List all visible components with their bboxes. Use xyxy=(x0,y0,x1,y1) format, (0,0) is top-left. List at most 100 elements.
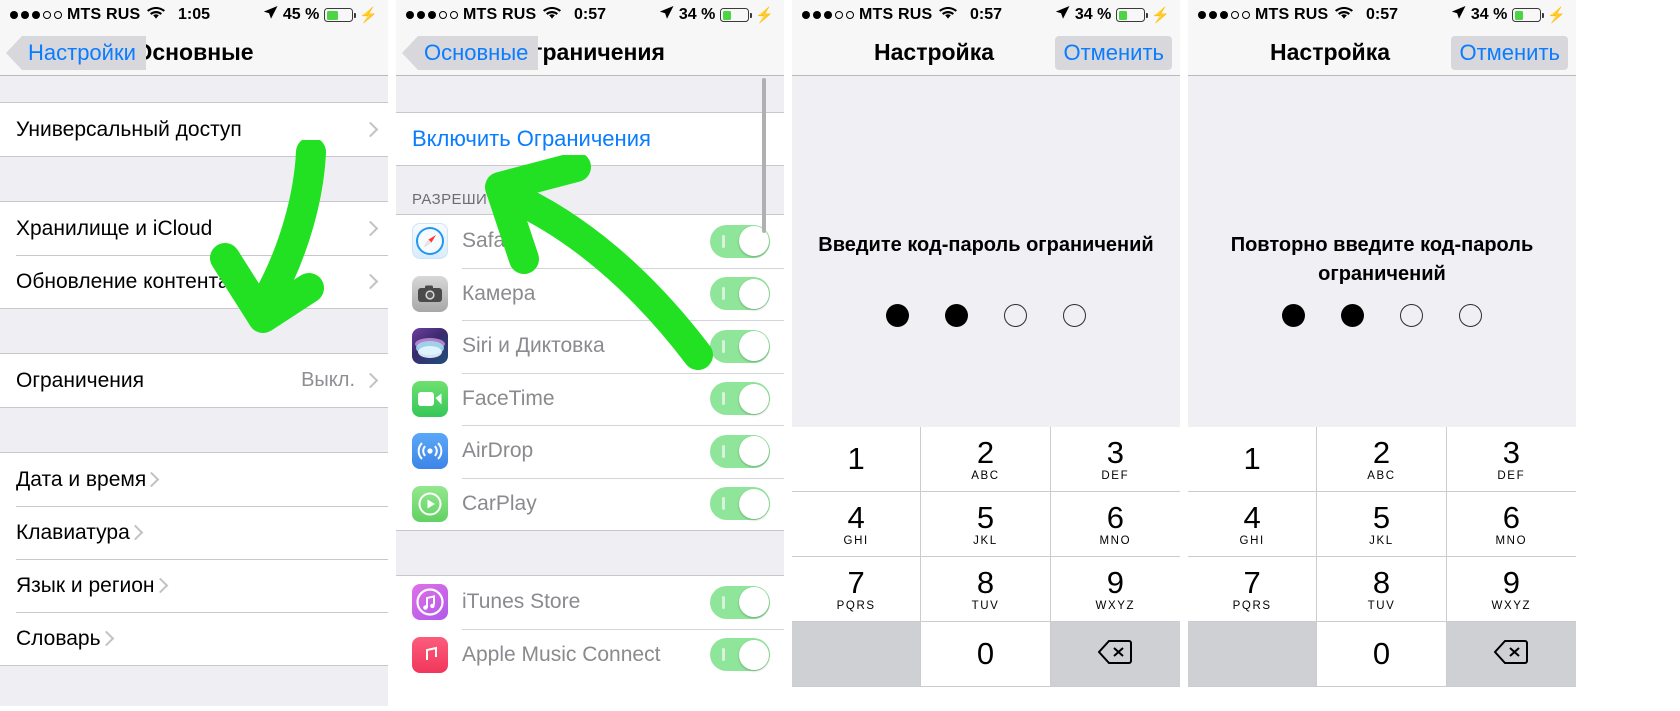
battery-icon xyxy=(324,8,357,22)
key-digit: 6 xyxy=(1502,499,1520,535)
itunes-store-icon xyxy=(412,584,448,621)
scrollbar-thumb[interactable] xyxy=(762,78,766,233)
passcode-area-3: Введите код-пароль ограничений xyxy=(792,76,1180,427)
charging-bolt-icon: ⚡ xyxy=(1151,6,1170,24)
toggle-facetime[interactable] xyxy=(710,382,770,416)
list-gap xyxy=(0,666,388,706)
app-row-siri[interactable]: Siri и Диктовка xyxy=(396,320,784,373)
passcode-dots xyxy=(1188,304,1576,327)
app-label: AirDrop xyxy=(462,439,534,463)
passcode-dot-empty xyxy=(1459,304,1482,327)
panel-gap xyxy=(784,0,792,711)
row-date-time[interactable]: Дата и время xyxy=(0,453,388,506)
app-row-camera[interactable]: Камера xyxy=(396,267,784,320)
key-6[interactable]: 6 MNO xyxy=(1050,492,1180,557)
row-label: Универсальный доступ xyxy=(16,117,242,141)
panel-gap xyxy=(388,0,396,711)
cancel-button[interactable]: Отменить xyxy=(1055,35,1172,70)
key-digit: 8 xyxy=(1372,564,1391,600)
key-digit: 0 xyxy=(1372,636,1391,671)
key-7[interactable]: 7 PQRS xyxy=(1188,557,1318,622)
row-keyboard[interactable]: Клавиатура xyxy=(0,506,388,559)
chevron-right-icon xyxy=(152,577,168,594)
key-5[interactable]: 5 JKL xyxy=(1317,492,1447,557)
key-5[interactable]: 5 JKL xyxy=(921,492,1051,557)
key-9[interactable]: 9 WXYZ xyxy=(1446,557,1576,622)
key-letters: ABC xyxy=(1367,469,1396,482)
cancel-button[interactable]: Отменить xyxy=(1451,35,1568,70)
app-row-apple-music-connect[interactable]: Apple Music Connect xyxy=(396,628,784,681)
row-accessibility[interactable]: Универсальный доступ xyxy=(0,103,388,156)
key-3[interactable]: 3 DEF xyxy=(1446,427,1576,492)
passcode-prompt: Повторно введите код-пароль ограничений xyxy=(1230,234,1534,285)
key-8[interactable]: 8 TUV xyxy=(921,557,1051,622)
key-4[interactable]: 4 GHI xyxy=(792,492,922,557)
screen-general-settings: MTS RUS 1:05 45 % ⚡ Настройки Основные У… xyxy=(0,0,388,711)
key-digit: 5 xyxy=(1372,499,1391,535)
status-right-3: 34 % ⚡ xyxy=(1055,5,1170,25)
enable-restrictions-button[interactable]: Включить Ограничения xyxy=(396,113,784,165)
passcode-dot-filled xyxy=(1282,304,1305,327)
key-digit: 5 xyxy=(976,499,995,535)
row-label: Словарь xyxy=(16,626,101,650)
screen-confirm-passcode: MTS RUS 0:57 34 % ⚡ Настройка Отменить П… xyxy=(1188,0,1576,711)
key-9[interactable]: 9 WXYZ xyxy=(1050,557,1180,622)
back-button-general[interactable]: Основные xyxy=(401,35,539,70)
numeric-keypad-4: 1 2 ABC 3 DEF 4 GHI 5 JKL 6 MNO 7 PQRS 8 TUV 9W… xyxy=(1188,427,1576,687)
key-1[interactable]: 1 xyxy=(1188,427,1318,492)
passcode-dot-filled xyxy=(886,304,909,327)
toggle-itunes-store[interactable] xyxy=(710,585,770,619)
key-delete[interactable] xyxy=(1446,622,1576,687)
key-letters: PQRS xyxy=(1232,599,1272,612)
key-4[interactable]: 4 GHI xyxy=(1188,492,1318,557)
key-letters: WXYZ xyxy=(1491,599,1532,612)
key-3[interactable]: 3 DEF xyxy=(1050,427,1180,492)
list-gap xyxy=(396,531,784,575)
toggle-carplay[interactable] xyxy=(710,487,770,521)
app-label: Камера xyxy=(462,281,536,305)
app-row-carplay[interactable]: CarPlay xyxy=(396,477,784,530)
key-1[interactable]: 1 xyxy=(792,427,922,492)
app-row-airdrop[interactable]: AirDrop xyxy=(396,425,784,478)
passcode-prompt: Введите код-пароль ограничений xyxy=(818,234,1154,256)
key-7[interactable]: 7 PQRS xyxy=(792,557,922,622)
app-row-itunes-store[interactable]: iTunes Store xyxy=(396,576,784,629)
battery-icon xyxy=(1116,8,1149,22)
location-arrow-icon xyxy=(1055,5,1070,25)
toggle-camera[interactable] xyxy=(710,277,770,311)
toggle-apple-music-connect[interactable] xyxy=(710,638,770,672)
row-storage-icloud[interactable]: Хранилище и iCloud xyxy=(0,202,388,255)
status-left-4: MTS RUS xyxy=(1198,5,1354,25)
app-row-safari[interactable]: Safari xyxy=(396,215,784,268)
status-bar-4: MTS RUS 0:57 34 % ⚡ xyxy=(1188,0,1576,30)
row-language-region[interactable]: Язык и регион xyxy=(0,559,388,612)
toggle-siri[interactable] xyxy=(710,329,770,363)
nav-bar-2: Основные Ограничения xyxy=(396,30,784,76)
key-blank xyxy=(792,622,922,687)
key-delete[interactable] xyxy=(1050,622,1180,687)
key-0[interactable]: 0 xyxy=(921,622,1051,687)
row-background-refresh[interactable]: Обновление контента xyxy=(0,255,388,308)
key-6[interactable]: 6 MNO xyxy=(1446,492,1576,557)
back-button-settings[interactable]: Настройки xyxy=(6,35,146,70)
key-letters: TUV xyxy=(971,599,1000,612)
key-8[interactable]: 8 TUV xyxy=(1317,557,1447,622)
row-dictionary[interactable]: Словарь xyxy=(0,612,388,665)
location-arrow-icon xyxy=(659,5,674,25)
signal-dots-icon xyxy=(10,11,62,19)
app-row-facetime[interactable]: FaceTime xyxy=(396,372,784,425)
app-label: Apple Music Connect xyxy=(462,642,661,666)
key-letters: WXYZ xyxy=(1095,599,1136,612)
list-gap xyxy=(0,408,388,452)
toggle-safari[interactable] xyxy=(710,224,770,258)
status-right-4: 34 % ⚡ xyxy=(1451,5,1566,25)
app-label: FaceTime xyxy=(462,386,555,410)
row-restrictions[interactable]: Ограничения Выкл. xyxy=(0,354,388,407)
key-letters: ABC xyxy=(971,469,1000,482)
key-2[interactable]: 2 ABC xyxy=(921,427,1051,492)
key-0[interactable]: 0 xyxy=(1317,622,1447,687)
toggle-airdrop[interactable] xyxy=(710,434,770,468)
key-2[interactable]: 2 ABC xyxy=(1317,427,1447,492)
charging-bolt-icon: ⚡ xyxy=(755,6,774,24)
page-title-4: Настройка xyxy=(1270,39,1390,65)
